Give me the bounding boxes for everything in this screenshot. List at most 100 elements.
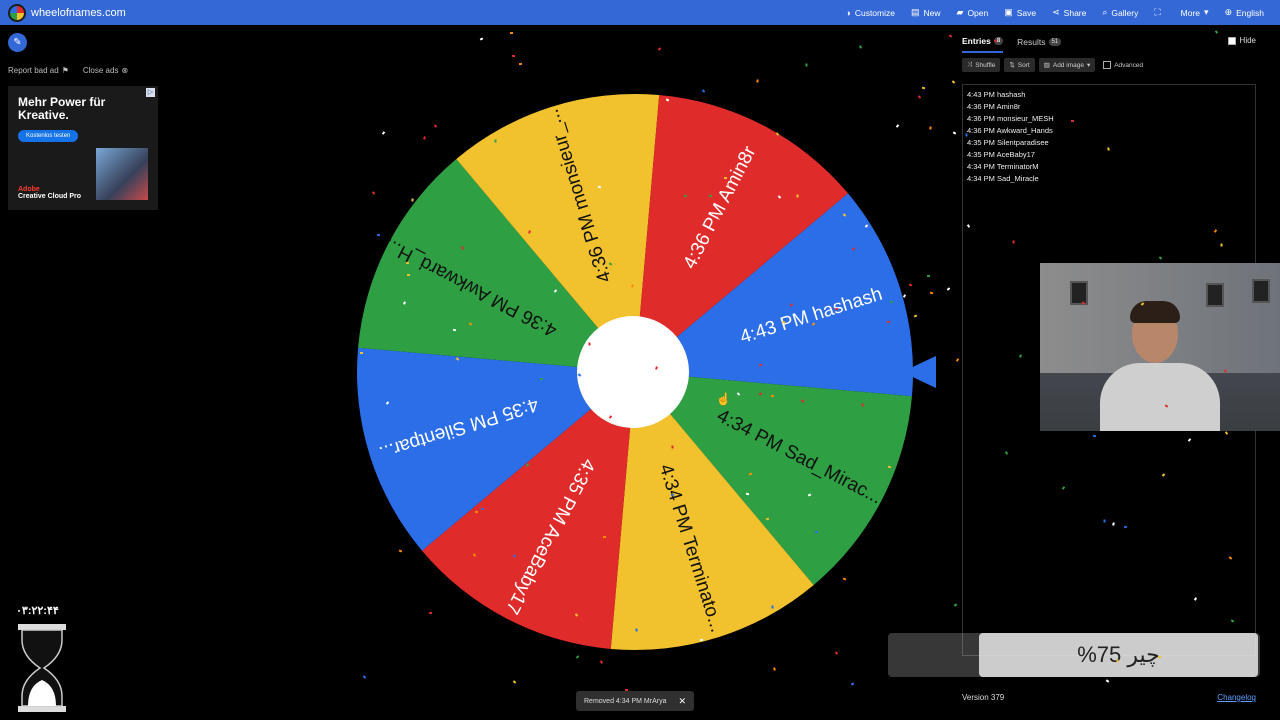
mouse-cursor-icon: ☝ [716,392,731,406]
countdown-timer: ۰۳:۲۲:۴۴ [16,605,59,617]
hide-toggle[interactable]: Hide [1227,36,1256,45]
logo-icon [8,3,26,22]
advanced-toggle[interactable]: Advanced [1103,61,1143,69]
ad-product: Adobe Creative Cloud Pro [18,186,82,200]
person-hair [1130,301,1180,323]
flag-icon: ⚑ [61,66,69,75]
confetti-piece [930,291,934,294]
wheel-center-button[interactable] [577,316,689,428]
globe-icon: ⊕ [1224,7,1233,17]
confetti-piece [772,667,776,671]
top-bar: wheelofnames.com ◑ Customize ▤ New ▰ Open ▣ Sav… [0,0,1280,25]
add-image-button[interactable]: ▨ Add image ▾ [1038,58,1096,72]
confetti-piece [634,628,638,632]
notification-toast: Removed 4:34 PM MrArya ✕ [576,691,694,711]
confetti-piece [480,37,484,41]
confetti-piece [624,688,629,692]
entries-toolbar: ⤨ Shuffle ⇅ Sort ▨ Add image ▾ Advanced [962,58,1143,72]
save-icon: ▣ [1004,7,1013,17]
confetti-piece [951,79,955,84]
ad-headline: Mehr Power für Kreative. [18,95,106,122]
confetti-piece [948,34,953,38]
confetti-piece [805,63,808,67]
sort-button[interactable]: ⇅ Sort [1004,58,1035,72]
confetti-piece [398,549,403,553]
confetti-piece [927,274,931,277]
ad-image [96,148,148,200]
menu-english[interactable]: ⊕ English [1217,0,1272,25]
confetti-piece [766,517,770,520]
confetti-piece [360,351,364,354]
confetti-piece [510,31,514,34]
changelog-link[interactable]: Changelog [1217,693,1256,702]
menu-open[interactable]: ▰ Open [949,0,997,25]
menu-new[interactable]: ▤ New [903,0,949,25]
share-icon: ⋖ [1052,7,1060,17]
confetti-piece [1158,655,1162,658]
toast-message: Removed 4:34 PM MrArya [584,697,667,705]
count-badge: 51 [1048,38,1062,46]
confetti-piece [835,651,839,656]
confetti-piece [588,342,591,346]
entry-line: 4:36 PM Amin8r [967,102,1021,111]
menu-more[interactable]: More ▾ [1173,0,1217,25]
entry-line: 4:36 PM Awkward_Hands [967,126,1053,135]
confetti-piece [511,54,515,57]
person-body [1100,363,1220,431]
shuffle-icon: ⤨ [967,61,973,68]
confetti-piece [480,507,484,510]
edit-button[interactable]: ✎ [8,33,27,52]
confetti-piece [745,492,750,495]
wheel-pointer-icon [902,356,936,388]
ad-brand: Adobe [18,186,40,193]
panel-tabs: Entries 8 Results 51 [962,36,1062,53]
ad-choices-icon[interactable]: ▷ [146,88,155,97]
confetti-piece [1116,659,1119,663]
confetti-piece [599,660,604,665]
progress-fill: چیر 75% [979,633,1258,677]
confetti-piece [657,47,661,51]
confetti-piece [1071,120,1075,123]
confetti-piece [756,79,759,83]
confetti-piece [603,535,607,539]
menu-share[interactable]: ⋖ Share [1044,0,1094,25]
confetti-piece [699,638,704,642]
wall-frame [1206,283,1224,307]
brand[interactable]: wheelofnames.com [8,3,126,22]
advertisement[interactable]: ▷ Mehr Power für Kreative. Kostenlos tes… [8,86,158,210]
menu-customize[interactable]: ◑ Customize [837,0,903,25]
tab-entries[interactable]: Entries 8 [962,36,1004,53]
confetti-piece [917,94,921,99]
wall-frame [1252,279,1270,303]
menu-gallery[interactable]: ⌕ Gallery [1094,0,1146,25]
advanced-checkbox[interactable] [1103,61,1112,69]
brand-name: wheelofnames.com [31,6,126,19]
confetti-piece [1223,368,1227,373]
report-bad-ad-link[interactable]: Report bad ad ⚑ [8,66,69,75]
close-ads-link[interactable]: Close ads ⊗ [83,66,128,75]
version-label: Version 379 [962,693,1005,702]
menu-save[interactable]: ▣ Save [996,0,1044,25]
toast-close-button[interactable]: ✕ [678,696,686,707]
confetti-piece [929,126,932,130]
entry-line: 4:43 PM hashash [967,90,1026,99]
confetti-piece [859,45,863,49]
ad-cta-button[interactable]: Kostenlos testen [18,130,79,142]
hide-checkbox[interactable] [1227,36,1236,45]
hourglass-icon [18,624,66,712]
confetti-piece [913,314,917,318]
tab-results[interactable]: Results 51 [1017,36,1062,53]
chevron-down-icon: ▾ [1086,62,1091,69]
wall-frame [1070,281,1088,305]
shuffle-button[interactable]: ⤨ Shuffle [962,58,1001,72]
confetti-piece [887,321,891,324]
entry-line: 4:35 PM AceBaby17 [967,150,1035,159]
confetti-piece [474,510,478,513]
menu-fullscreen[interactable]: ⛶ [1146,0,1172,25]
wheel[interactable]: 4:43 PM hashash4:34 PM Sad_Mirac...4:34 … [355,92,915,652]
confetti-piece [670,445,674,449]
confetti-piece [576,655,580,659]
confetti-piece [921,86,925,90]
confetti-piece [518,62,522,66]
confetti-piece [527,229,531,234]
